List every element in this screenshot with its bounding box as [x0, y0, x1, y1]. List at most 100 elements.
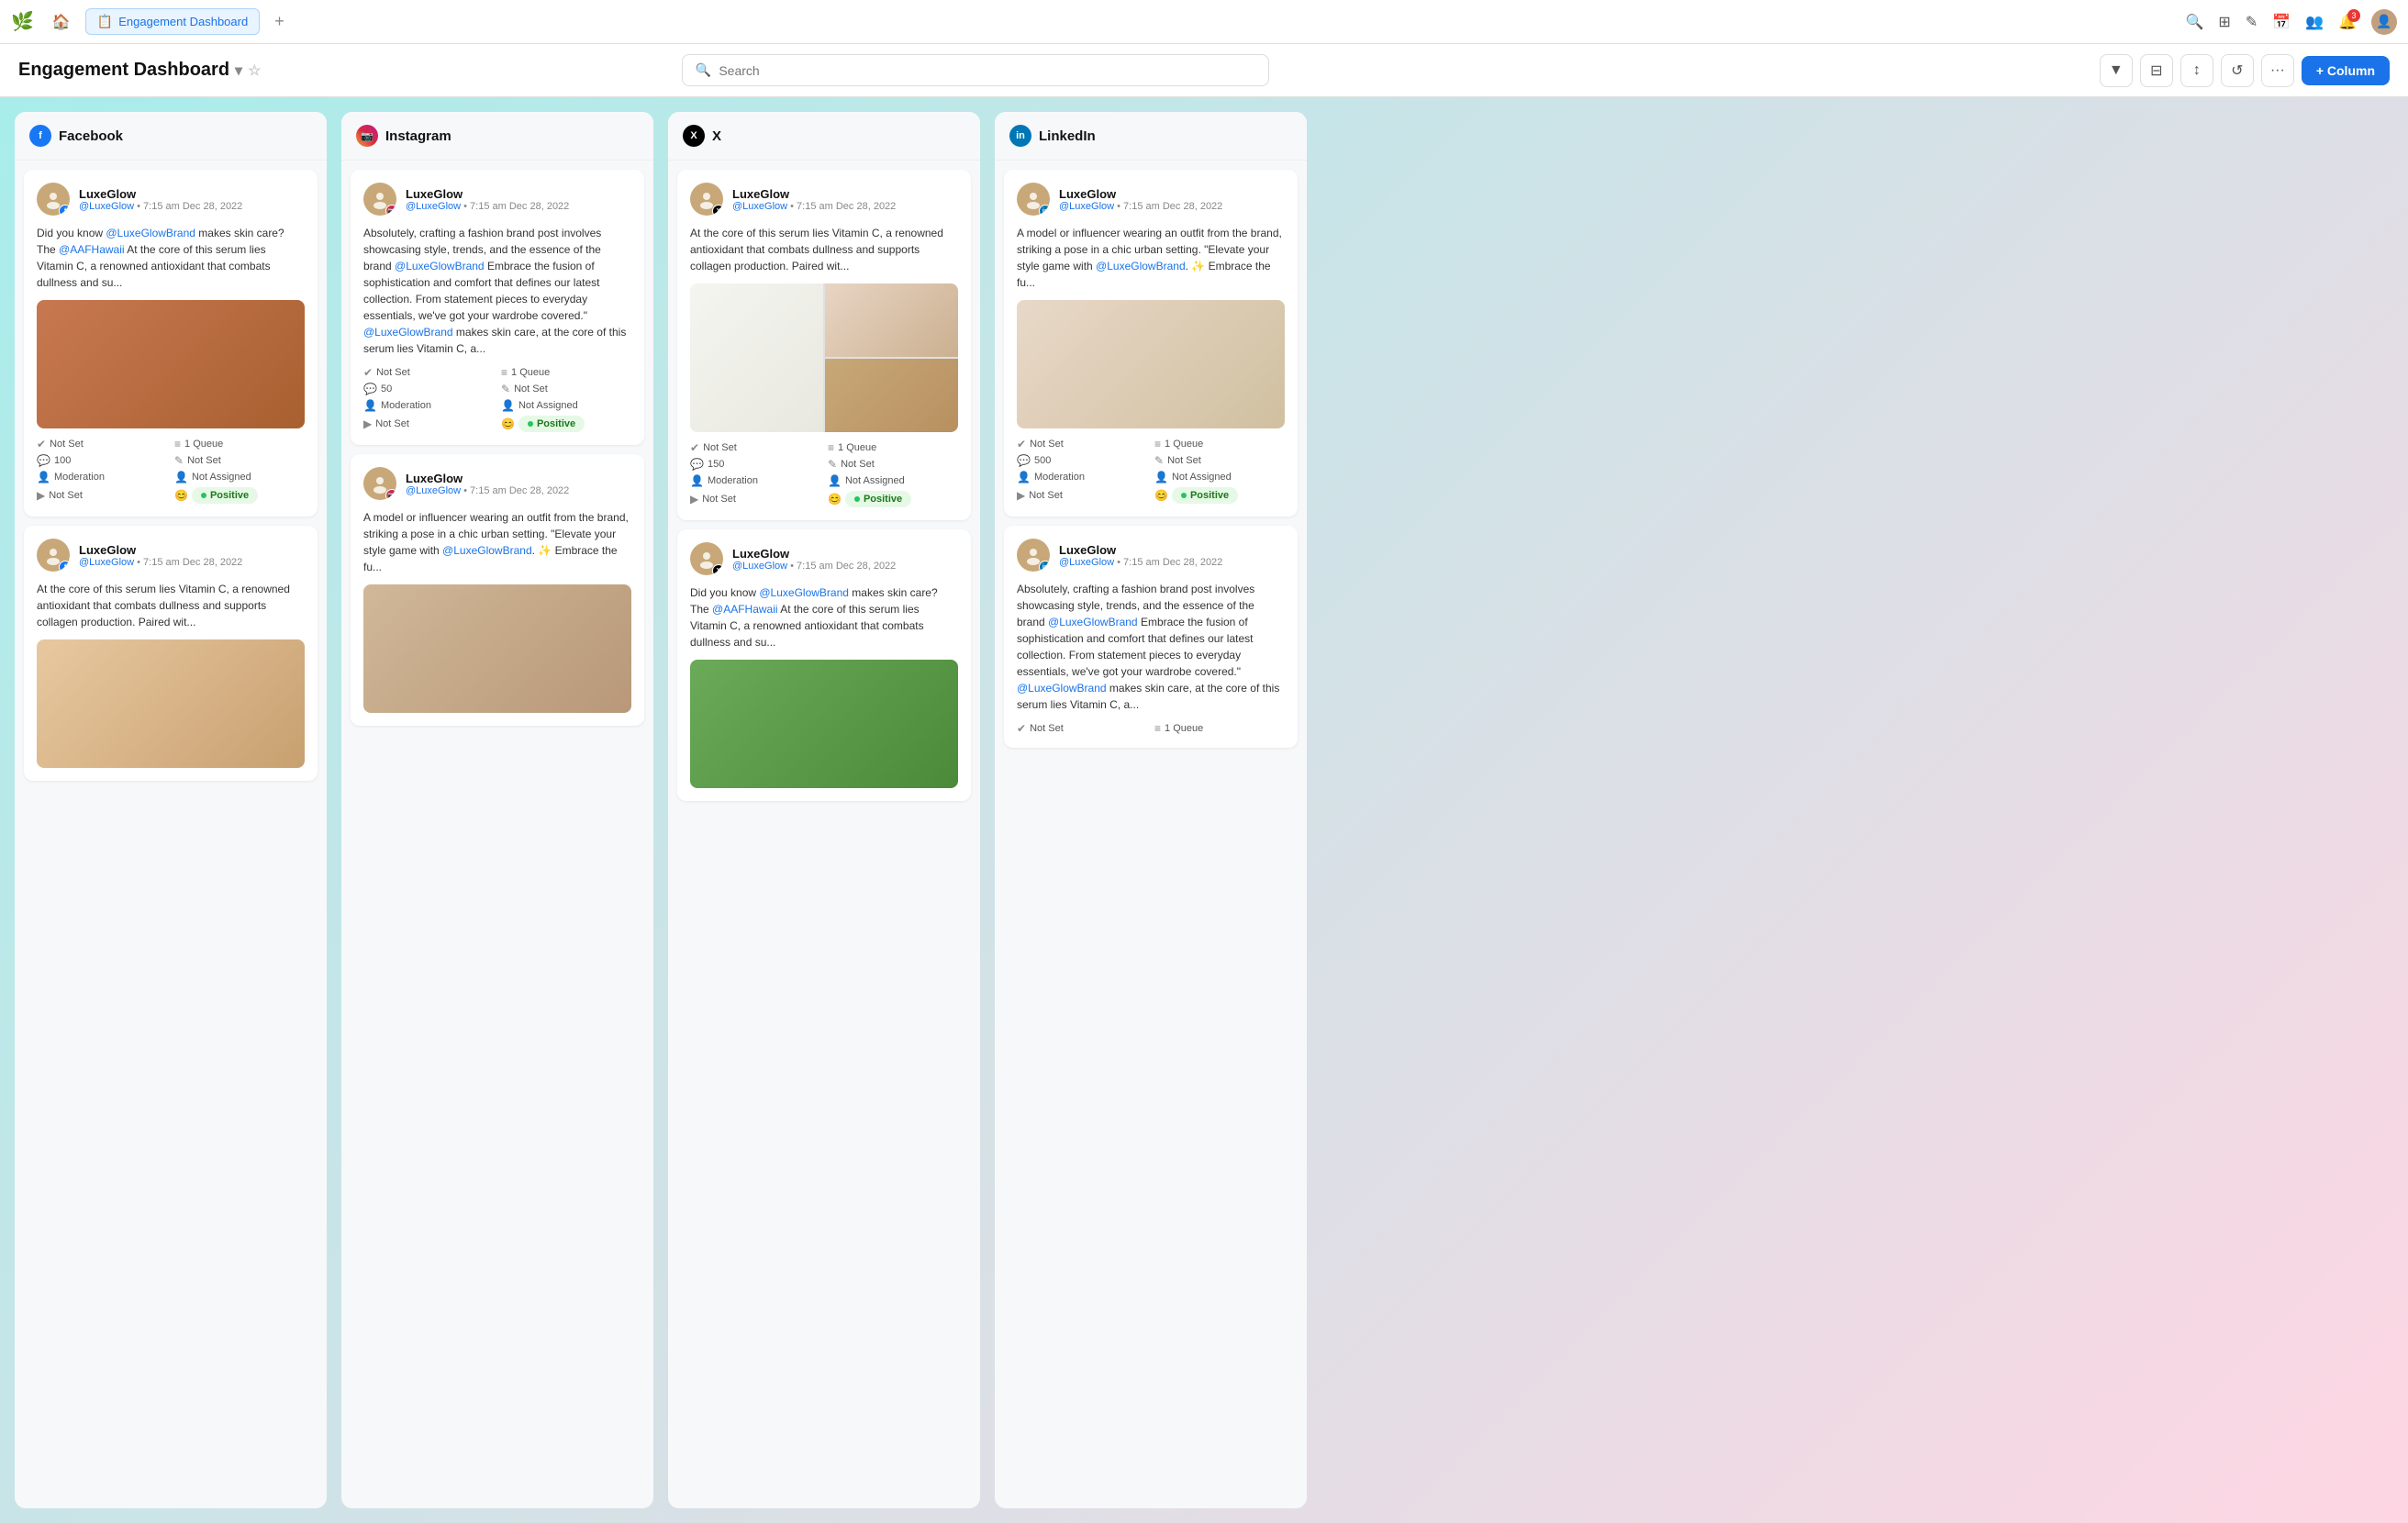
grid-icon[interactable]: ⊞ — [2218, 13, 2230, 31]
meta-icon: 💬 — [1017, 454, 1031, 467]
add-tab-button[interactable]: + — [267, 8, 292, 35]
refresh-button[interactable]: ↺ — [2221, 54, 2254, 87]
sentiment-badge: Positive — [1172, 487, 1238, 504]
meta-icon: 😊 — [828, 493, 842, 506]
mention-link[interactable]: @LuxeGlowBrand — [1096, 260, 1186, 272]
title-star-icon[interactable]: ☆ — [248, 61, 261, 80]
badge-dot — [1181, 493, 1187, 498]
avatar: f — [37, 183, 70, 216]
meta-label: 1 Queue — [1165, 723, 1203, 734]
meta-icon: ▶ — [1017, 489, 1025, 502]
meta-item: ✔Not Set — [1017, 438, 1147, 450]
meta-item: ✎Not Set — [1154, 454, 1285, 467]
search-input[interactable] — [719, 63, 1255, 78]
meta-label: 1 Queue — [184, 439, 223, 450]
mention-link[interactable]: @LuxeGlowBrand — [1017, 682, 1107, 695]
sentiment-badge: Positive — [845, 491, 911, 507]
meta-item: 👤Moderation — [690, 474, 820, 487]
card-text: At the core of this serum lies Vitamin C… — [37, 581, 305, 630]
meta-item: 💬50 — [363, 383, 494, 395]
meta-icon: 👤 — [363, 399, 377, 412]
page-title-text: Engagement Dashboard — [18, 60, 229, 81]
meta-label: Not Set — [1029, 490, 1063, 501]
author-meta: @LuxeGlow • 7:15 am Dec 28, 2022 — [406, 201, 569, 212]
users-icon[interactable]: 👥 — [2305, 13, 2324, 31]
meta-label: 500 — [1034, 455, 1051, 466]
avatar: 📷 — [363, 183, 396, 216]
meta-label: Not Set — [514, 384, 548, 395]
card-meta: ✔Not Set≡1 Queue💬50✎Not Set👤Moderation👤N… — [363, 366, 631, 432]
card: in LuxeGlow @LuxeGlow • 7:15 am Dec 28, … — [1004, 170, 1298, 517]
meta-item: ✎Not Set — [828, 458, 958, 471]
avatar[interactable]: 👤 — [2371, 9, 2397, 35]
meta-label: Moderation — [1034, 472, 1085, 483]
calendar-icon[interactable]: 📅 — [2272, 13, 2291, 31]
active-tab[interactable]: 📋 Engagement Dashboard — [85, 8, 260, 35]
mention-link[interactable]: @LuxeGlowBrand — [106, 227, 195, 239]
sort-button[interactable]: ↕ — [2180, 54, 2213, 87]
card-author: f LuxeGlow @LuxeGlow • 7:15 am Dec 28, 2… — [37, 539, 305, 572]
meta-item: 😊Positive — [828, 491, 958, 507]
platform-badge: X — [712, 205, 723, 216]
column-header: in LinkedIn — [995, 112, 1307, 161]
meta-icon: ≡ — [501, 366, 507, 379]
title-chevron-icon[interactable]: ▾ — [235, 61, 242, 80]
mention-link[interactable]: @LuxeGlowBrand — [363, 326, 453, 339]
author-name: LuxeGlow — [732, 547, 896, 561]
mention-link[interactable]: @LuxeGlowBrand — [395, 260, 485, 272]
mention-link[interactable]: @AAFHawaii — [59, 243, 125, 256]
search-bar-icon: 🔍 — [696, 62, 711, 78]
home-icon[interactable]: 🏠 — [45, 9, 78, 35]
meta-item: 👤Not Assigned — [1154, 471, 1285, 484]
meta-label: Not Set — [841, 459, 875, 470]
meta-icon: 👤 — [1017, 471, 1031, 484]
mention-link[interactable]: @AAFHawaii — [712, 603, 778, 616]
edit-icon[interactable]: ✎ — [2246, 13, 2258, 31]
author-info: LuxeGlow @LuxeGlow • 7:15 am Dec 28, 202… — [406, 187, 569, 212]
author-meta: @LuxeGlow • 7:15 am Dec 28, 2022 — [406, 485, 569, 496]
more-button[interactable]: ··· — [2261, 54, 2294, 87]
notifications-icon[interactable]: 🔔 3 — [2338, 13, 2357, 31]
add-column-button[interactable]: + Column — [2302, 56, 2390, 85]
meta-icon: ≡ — [1154, 438, 1161, 450]
meta-icon: ✎ — [1154, 454, 1164, 467]
search-icon[interactable]: 🔍 — [2186, 13, 2204, 31]
column-platform-icon: f — [29, 125, 51, 147]
mention-link[interactable]: @LuxeGlowBrand — [1048, 616, 1138, 628]
meta-label: Not Set — [376, 367, 410, 378]
column-header: 📷 Instagram — [341, 112, 653, 161]
mention-link[interactable]: @LuxeGlowBrand — [442, 544, 532, 557]
search-bar: 🔍 — [682, 54, 1269, 86]
meta-item: ✎Not Set — [174, 454, 305, 467]
meta-item: ✔Not Set — [690, 441, 820, 454]
badge-dot — [528, 421, 533, 427]
filter-button[interactable]: ▼ — [2100, 54, 2133, 87]
author-info: LuxeGlow @LuxeGlow • 7:15 am Dec 28, 202… — [79, 187, 242, 212]
meta-label: Not Set — [1030, 723, 1064, 734]
card-author: f LuxeGlow @LuxeGlow • 7:15 am Dec 28, 2… — [37, 183, 305, 216]
badge-dot — [201, 493, 206, 498]
column-body: 📷 LuxeGlow @LuxeGlow • 7:15 am Dec 28, 2… — [341, 161, 653, 1508]
platform-badge: 📷 — [385, 205, 396, 216]
meta-item: 👤Moderation — [37, 471, 167, 484]
card-meta: ✔Not Set≡1 Queue💬500✎Not Set👤Moderation👤… — [1017, 438, 1285, 504]
meta-item: 💬100 — [37, 454, 167, 467]
meta-icon: 👤 — [828, 474, 842, 487]
meta-icon: ▶ — [37, 489, 45, 502]
meta-icon: ≡ — [174, 438, 181, 450]
sentiment-badge: Positive — [518, 416, 585, 432]
author-meta: @LuxeGlow • 7:15 am Dec 28, 2022 — [732, 561, 896, 572]
column-platform-icon: X — [683, 125, 705, 147]
card-text: Absolutely, crafting a fashion brand pos… — [363, 225, 631, 357]
author-meta: @LuxeGlow • 7:15 am Dec 28, 2022 — [79, 557, 242, 568]
meta-label: Not Set — [375, 418, 409, 429]
meta-item: 👤Not Assigned — [828, 474, 958, 487]
layout-button[interactable]: ⊟ — [2140, 54, 2173, 87]
meta-item: 👤Moderation — [363, 399, 494, 412]
mention-link[interactable]: @LuxeGlowBrand — [759, 586, 849, 599]
meta-icon: 💬 — [37, 454, 50, 467]
column-x: X X X LuxeGlow @LuxeGlow • 7:15 am Dec 2… — [668, 112, 980, 1508]
author-meta: @LuxeGlow • 7:15 am Dec 28, 2022 — [1059, 557, 1222, 568]
meta-item: 😊Positive — [1154, 487, 1285, 504]
card-text: Did you know @LuxeGlowBrand makes skin c… — [37, 225, 305, 291]
